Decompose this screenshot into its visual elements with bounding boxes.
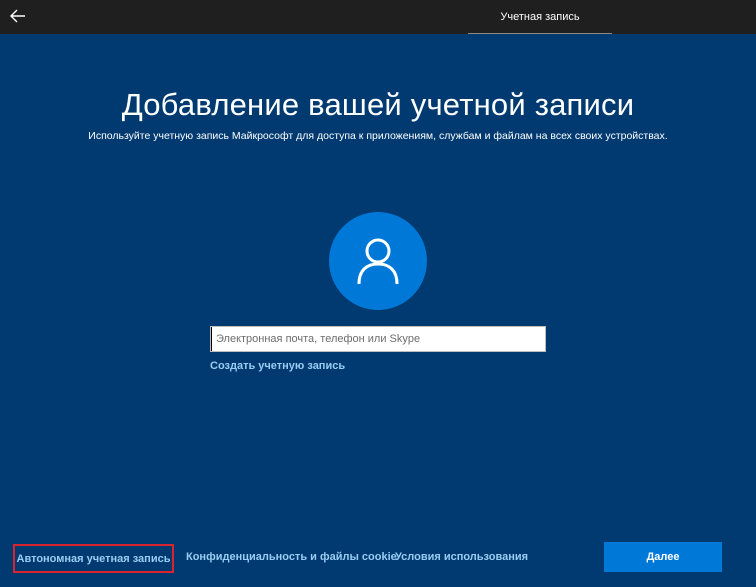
title-bar: Учетная запись [0,0,756,34]
create-account-link[interactable]: Создать учетную запись [210,360,345,372]
offline-account-link[interactable]: Автономная учетная запись [13,544,174,573]
person-icon [357,238,399,285]
avatar [329,212,427,310]
email-input-wrapper [210,326,546,352]
email-phone-skype-input[interactable] [211,327,545,351]
next-button[interactable]: Далее [604,542,722,572]
terms-of-use-link[interactable]: Условия использования [395,551,528,563]
back-button[interactable] [8,6,28,26]
arrow-left-icon [10,9,25,23]
privacy-cookies-link[interactable]: Конфиденциальность и файлы cookie [186,551,397,563]
main-content: Добавление вашей учетной записи Использу… [0,34,756,587]
page-title: Добавление вашей учетной записи [121,87,635,122]
tab-account[interactable]: Учетная запись [468,0,612,34]
page-subtitle: Используйте учетную запись Майкрософт дл… [88,130,668,142]
